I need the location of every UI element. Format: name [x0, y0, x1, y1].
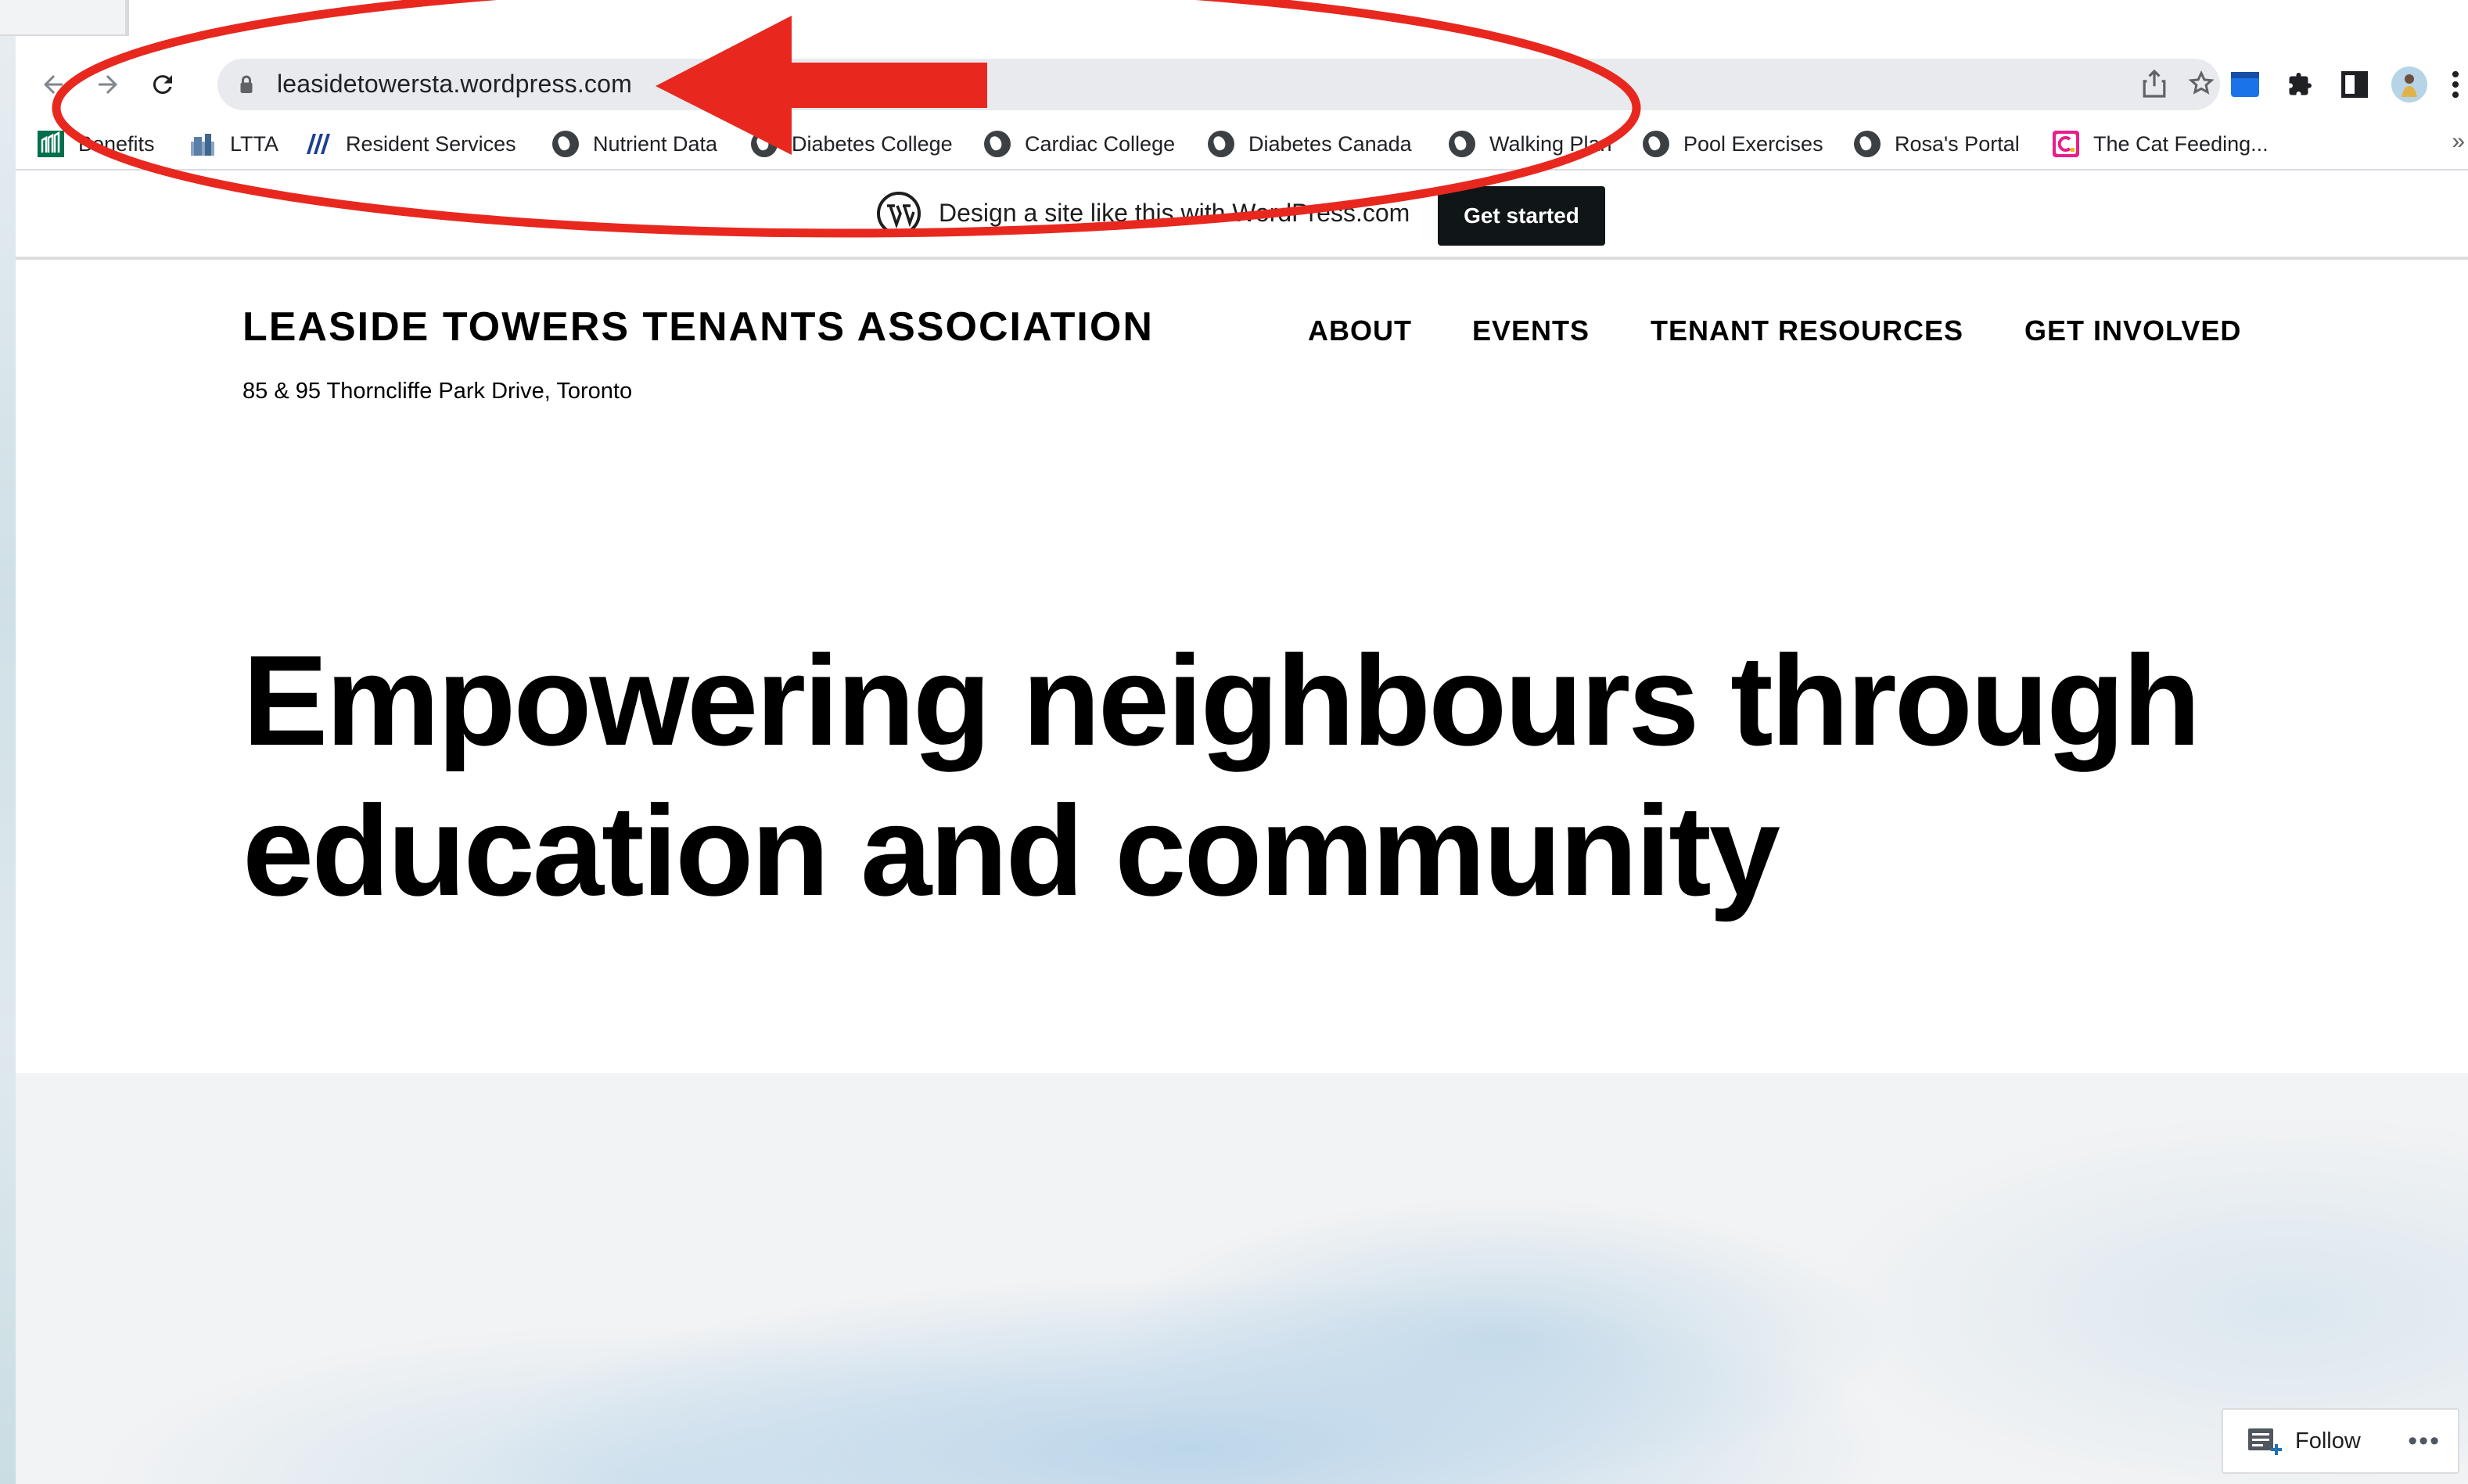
reload-icon	[153, 75, 172, 95]
bookmark-benefits[interactable]: Benefits	[38, 127, 155, 161]
browser-toolbar: leasidetowersta.wordpress.com	[16, 50, 2468, 119]
bookmark-pool-exercises[interactable]: Pool Exercises	[1643, 127, 1823, 161]
hero-sky-image	[16, 1073, 2468, 1484]
get-started-button[interactable]: Get started	[1438, 186, 1605, 246]
banner-text[interactable]: Design a site like this with WordPress.c…	[939, 199, 1410, 228]
bookmark-label: Pool Exercises	[1683, 131, 1823, 156]
hero-heading-line-2: education and community	[242, 779, 1780, 922]
reload-button[interactable]	[142, 64, 183, 105]
follow-label: Follow	[2295, 1428, 2361, 1453]
globe-icon	[751, 131, 778, 157]
bookmark-label: Diabetes Canada	[1248, 131, 1412, 156]
chrome-menu-icon[interactable]	[2444, 64, 2467, 105]
bookmark-label: Diabetes College	[792, 131, 953, 156]
globe-icon	[552, 131, 579, 157]
nav-get-involved[interactable]: GET INVOLVED	[2024, 314, 2241, 347]
bookmark-label: Rosa's Portal	[1895, 131, 2020, 156]
globe-icon	[1643, 131, 1669, 157]
resident-services-logo-icon	[307, 134, 330, 154]
bookmark-ltta[interactable]: LTTA	[189, 127, 278, 161]
bookmark-label: Cardiac College	[1025, 131, 1176, 156]
bookmark-label: Nutrient Data	[593, 131, 718, 156]
globe-icon	[1449, 131, 1475, 157]
bookmark-nutrient-data[interactable]: Nutrient Data	[552, 127, 717, 161]
lock-icon	[240, 75, 253, 93]
bookmark-resident-services[interactable]: Resident Services	[305, 127, 516, 161]
wordpress-logo-icon	[877, 192, 921, 235]
hero-heading: Empowering neighbours through education …	[242, 626, 2276, 926]
forward-button[interactable]	[88, 64, 128, 105]
back-button[interactable]	[33, 64, 74, 105]
bookmark-diabetes-college[interactable]: Diabetes College	[751, 127, 953, 161]
bookmark-label: LTTA	[230, 131, 279, 156]
bookmark-rosas-portal[interactable]: Rosa's Portal	[1854, 127, 2020, 161]
bookmark-walking-plan[interactable]: Walking Plan	[1449, 127, 1612, 161]
follow-button[interactable]: Follow •••	[2222, 1408, 2459, 1474]
side-panel-icon[interactable]	[2334, 64, 2375, 105]
bookmark-cardiac-college[interactable]: Cardiac College	[984, 127, 1175, 161]
profile-avatar[interactable]	[2389, 64, 2430, 105]
nav-tenant-resources[interactable]: TENANT RESOURCES	[1651, 314, 1963, 347]
globe-icon	[1208, 131, 1234, 157]
url-text[interactable]: leasidetowersta.wordpress.com	[277, 70, 632, 99]
bookmark-star-icon[interactable]	[2187, 70, 2215, 105]
extension-blue-icon[interactable]	[2225, 64, 2265, 105]
site-title[interactable]: LEASIDE TOWERS TENANTS ASSOCIATION	[242, 304, 1154, 350]
nav-about[interactable]: ABOUT	[1308, 314, 1412, 347]
globe-icon	[1854, 131, 1881, 157]
bookmark-diabetes-canada[interactable]: Diabetes Canada	[1208, 127, 1412, 161]
more-options-icon[interactable]: •••	[2408, 1426, 2441, 1457]
bookmark-label: Resident Services	[346, 131, 516, 156]
bookmark-label: The Cat Feeding...	[2093, 131, 2269, 156]
share-icon[interactable]	[2142, 69, 2167, 105]
nav-events[interactable]: EVENTS	[1472, 314, 1590, 347]
browser-tab[interactable]	[0, 0, 125, 34]
back-arrow-icon	[44, 75, 63, 94]
site-tagline: 85 & 95 Thorncliffe Park Drive, Toronto	[242, 379, 633, 404]
bookmark-label: Walking Plan	[1489, 131, 1612, 156]
wordpress-promo-banner: Design a site like this with WordPress.c…	[16, 171, 2468, 260]
more-bookmarks-chevron-icon[interactable]: »	[2452, 128, 2465, 155]
forward-arrow-icon	[99, 75, 117, 94]
bookmarks-bar: Benefits LTTA Resident Services Nutrient…	[16, 119, 2468, 171]
manulife-icon	[38, 131, 64, 157]
address-bar[interactable]: leasidetowersta.wordpress.com	[217, 59, 2220, 110]
extensions-puzzle-icon[interactable]	[2279, 64, 2320, 105]
reader-follow-icon	[2248, 1428, 2282, 1455]
cat-feeding-icon	[2053, 131, 2079, 157]
hero-heading-line-1: Empowering neighbours through	[242, 629, 2200, 772]
building-icon	[191, 134, 214, 156]
bookmark-cat-feeding[interactable]: The Cat Feeding...	[2053, 127, 2269, 161]
globe-icon	[984, 131, 1011, 157]
bookmark-label: Benefits	[78, 131, 155, 156]
desktop-background	[0, 0, 16, 1484]
